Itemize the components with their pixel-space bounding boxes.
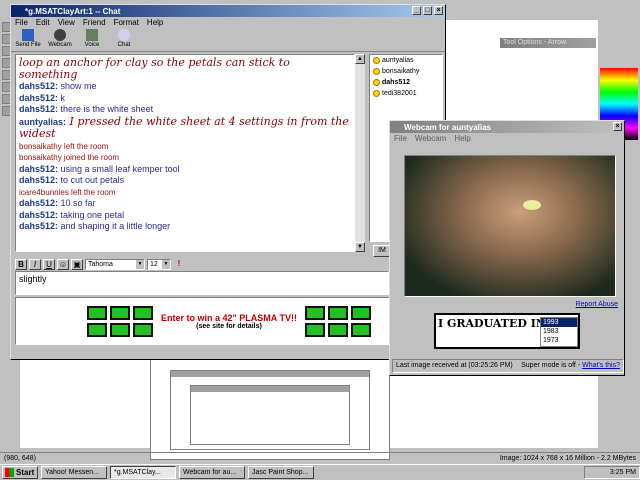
send-file-button[interactable]: Send File	[15, 29, 41, 50]
task-chat[interactable]: *g.MSATClay...	[110, 466, 176, 479]
chat-message: dahs512: to cut out petals	[19, 175, 125, 185]
send-file-icon	[22, 29, 34, 41]
close-button[interactable]: ×	[613, 122, 622, 131]
chat-message: dahs512: taking one petal	[19, 209, 125, 220]
system-message: bonsaikathy left the room	[19, 141, 109, 151]
clock[interactable]: 3:25 PM	[610, 469, 636, 476]
ad-banner[interactable]: Enter to win a 42" PLASMA TV!! (see site…	[15, 297, 443, 345]
webcam-titlebar[interactable]: Webcam for auntyalias ×	[390, 121, 624, 133]
smiley-icon	[373, 57, 380, 64]
start-button[interactable]: Start	[2, 466, 38, 479]
whats-this-link[interactable]: What's this?	[582, 362, 620, 369]
system-tray: 3:25 PM	[584, 466, 640, 479]
last-image-time: Last image received at (03:25:26 PM)	[396, 362, 513, 369]
status-bar: (980, 648) Image: 1024 x 768 x 16 Millio…	[0, 452, 640, 464]
task-webcam[interactable]: Webcam for au...	[179, 466, 245, 479]
year-option[interactable]: 1993	[541, 318, 577, 327]
smiley-icon	[373, 79, 380, 86]
chat-message: loop an anchor for clay so the petals ca…	[19, 56, 290, 81]
chat-toolbar: Send File Webcam Voice Chat	[11, 28, 445, 52]
cascade-screenshot	[190, 385, 350, 445]
system-message: icare4bunnies left the room	[19, 187, 116, 197]
chat-window: *g.MSATClayArt:1 -- Chat _ □ × File Edit…	[10, 4, 446, 360]
webcam-window: Webcam for auntyalias × File Webcam Help…	[389, 120, 625, 376]
chat-message: dahs512: k	[19, 92, 66, 103]
report-abuse-link[interactable]: Report Abuse	[576, 301, 618, 308]
menu-bar: File Edit View Friend Format Help	[11, 17, 445, 28]
user-list-item[interactable]: auntyalias	[370, 55, 442, 66]
microphone-icon	[86, 29, 98, 41]
webcam-icon	[54, 29, 66, 41]
window-title: *g.MSATClayArt:1 -- Chat	[25, 6, 121, 16]
super-mode-status: Super mode is off - What's this?	[521, 362, 620, 369]
chat-message: dahs512: 10 so far	[19, 198, 96, 208]
chat-button[interactable]: Chat	[111, 29, 137, 50]
smiley-icon	[373, 68, 380, 75]
underline-button[interactable]: U	[43, 258, 55, 270]
close-button[interactable]: ×	[434, 6, 443, 15]
bold-button[interactable]: B	[15, 258, 27, 270]
webcam-menu-bar: File Webcam Help	[390, 133, 624, 144]
smiley-icon	[373, 90, 380, 97]
graduation-ad[interactable]: I GRADUATED IN: 1993 1983 1973	[434, 313, 580, 349]
tv-graphic	[304, 305, 371, 337]
ad-headline: Enter to win a 42" PLASMA TV!!	[161, 312, 297, 323]
alert-icon[interactable]: !	[173, 259, 185, 270]
menu-view[interactable]: View	[58, 18, 75, 27]
size-select[interactable]: 12 ▼	[147, 258, 171, 270]
menu-friend[interactable]: Friend	[83, 18, 106, 27]
menu-webcam[interactable]: Webcam	[415, 134, 446, 143]
task-paint-shop[interactable]: Jasc Paint Shop...	[248, 466, 314, 479]
menu-help[interactable]: Help	[147, 18, 163, 27]
speech-bubble-icon	[118, 29, 130, 41]
chevron-down-icon: ▼	[162, 259, 170, 269]
minimize-button[interactable]: _	[412, 6, 421, 15]
menu-format[interactable]: Format	[114, 18, 139, 27]
tool-options-title: Tool Options - Arrow	[500, 38, 596, 48]
webcam-image	[404, 155, 616, 297]
webcam-status-bar: Last image received at (03:25:26 PM) Sup…	[392, 359, 624, 373]
year-option[interactable]: 1983	[541, 327, 577, 336]
clay-piece	[523, 200, 541, 210]
menu-file[interactable]: File	[394, 134, 407, 143]
user-list-item[interactable]: tedi382001	[370, 88, 442, 99]
format-toolbar: B I U ☺ ▣ Tahoma ▼ 12 ▼ !	[15, 257, 443, 271]
year-option[interactable]: 1973	[541, 336, 577, 345]
chat-message: dahs512: show me	[19, 81, 97, 91]
message-input[interactable]: slightly	[15, 271, 389, 295]
year-listbox[interactable]: 1993 1983 1973	[540, 317, 578, 347]
menu-edit[interactable]: Edit	[36, 18, 50, 27]
chat-message: auntyalias: I pressed the white sheet at…	[19, 114, 349, 140]
windows-logo-icon	[5, 468, 14, 477]
chat-message: dahs512: and shaping it a little longer	[19, 221, 171, 231]
menu-file[interactable]: File	[15, 18, 28, 27]
ad-subtext: (see site for details)	[196, 322, 262, 330]
chevron-down-icon: ▼	[136, 259, 144, 269]
chat-scrollbar[interactable]: ▲ ▼	[355, 54, 365, 252]
chat-log[interactable]: loop an anchor for clay so the petals ca…	[15, 54, 355, 252]
user-list-item[interactable]: bonsaikathy	[370, 66, 442, 77]
chat-message: dahs512: using a small leaf kemper tool	[19, 163, 180, 174]
window-title: Webcam for auntyalias	[404, 122, 491, 132]
chat-titlebar[interactable]: *g.MSATClayArt:1 -- Chat _ □ ×	[11, 5, 445, 17]
ad-headline: I GRADUATED IN:	[438, 317, 550, 330]
menu-help[interactable]: Help	[454, 134, 470, 143]
color-icon[interactable]: ▣	[71, 258, 83, 270]
tv-graphic	[87, 305, 154, 337]
font-select[interactable]: Tahoma ▼	[85, 258, 145, 270]
webcam-button[interactable]: Webcam	[47, 29, 73, 50]
emoticon-icon[interactable]: ☺	[57, 258, 69, 270]
user-list-item[interactable]: dahs512	[370, 77, 442, 88]
system-message: bonsaikathy joined the room	[19, 153, 120, 162]
ad-text: Enter to win a 42" PLASMA TV!! (see site…	[161, 313, 297, 330]
voice-button[interactable]: Voice	[79, 29, 105, 50]
taskbar: Start Yahoo! Messen... *g.MSATClay... We…	[0, 464, 640, 480]
scroll-down-icon[interactable]: ▼	[355, 242, 365, 252]
task-yahoo-messenger[interactable]: Yahoo! Messen...	[41, 466, 107, 479]
italic-button[interactable]: I	[29, 258, 41, 270]
scroll-up-icon[interactable]: ▲	[355, 54, 365, 64]
maximize-button[interactable]: □	[423, 6, 432, 15]
